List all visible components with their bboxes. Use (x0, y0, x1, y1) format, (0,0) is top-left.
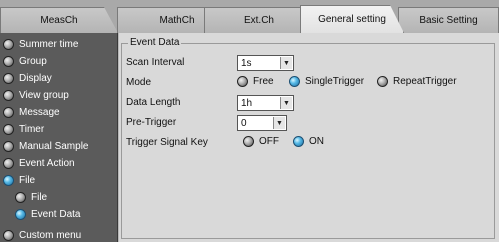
sidebar-item-timer[interactable]: Timer (0, 121, 118, 137)
scan-interval-select[interactable]: 1s ▼ (237, 55, 294, 71)
mode-option-single-trigger[interactable]: SingleTrigger (289, 76, 364, 87)
radio-icon (3, 106, 14, 118)
sidebar-item-manual-sample[interactable]: Manual Sample (0, 138, 118, 154)
tab-measch[interactable]: MeasCh (0, 7, 118, 33)
radio-icon (15, 191, 26, 203)
radio-icon (3, 55, 14, 67)
data-length-label: Data Length (126, 97, 181, 108)
chevron-down-icon: ▼ (273, 117, 285, 129)
sidebar-item-label: Timer (19, 123, 45, 135)
sidebar-item-custom-menu[interactable]: Custom menu (0, 227, 118, 242)
radio-selected-icon (3, 174, 14, 186)
radio-icon (3, 123, 14, 135)
mode-label: Mode (126, 77, 152, 88)
mode-option-label: Free (253, 76, 274, 87)
pre-trigger-select[interactable]: 0 ▼ (237, 115, 287, 131)
scan-interval-label: Scan Interval (126, 57, 185, 68)
radio-selected-icon (293, 136, 304, 147)
settings-panel: Event Data Scan Interval 1s ▼ Mode Free … (119, 33, 499, 242)
radio-icon (3, 140, 14, 152)
trigger-key-option-on[interactable]: ON (293, 136, 324, 147)
sidebar-item-display[interactable]: Display (0, 70, 118, 86)
trigger-key-option-off[interactable]: OFF (243, 136, 279, 147)
sidebar-item-label: Custom menu (19, 229, 82, 241)
sidebar: Summer time Group Display View group Mes… (0, 33, 118, 242)
trigger-key-option-label: ON (309, 136, 324, 147)
radio-icon (3, 157, 14, 169)
tab-extch[interactable]: Ext.Ch (204, 7, 314, 33)
data-length-value: 1h (241, 97, 253, 109)
trigger-signal-key-label: Trigger Signal Key (126, 137, 208, 148)
trigger-key-option-label: OFF (259, 136, 279, 147)
scan-interval-value: 1s (241, 57, 252, 69)
radio-icon (237, 76, 248, 87)
sidebar-item-label: File (19, 174, 36, 186)
radio-icon (243, 136, 254, 147)
group-title: Event Data (128, 37, 182, 48)
radio-icon (3, 89, 14, 101)
sidebar-item-message[interactable]: Message (0, 104, 118, 120)
sidebar-item-file[interactable]: File (0, 172, 118, 188)
radio-icon (377, 76, 388, 87)
pre-trigger-value: 0 (241, 117, 247, 129)
sidebar-item-view-group[interactable]: View group (0, 87, 118, 103)
mode-option-label: SingleTrigger (305, 76, 365, 87)
sidebar-item-label: Display (19, 72, 52, 84)
chevron-down-icon: ▼ (280, 97, 292, 109)
sidebar-item-label: Event Data (31, 208, 81, 220)
sidebar-subitem-event-data[interactable]: Event Data (0, 206, 118, 222)
radio-icon (3, 229, 14, 241)
radio-selected-icon (289, 76, 300, 87)
mode-option-repeat-trigger[interactable]: RepeatTrigger (377, 76, 457, 87)
sidebar-item-event-action[interactable]: Event Action (0, 155, 118, 171)
sidebar-item-label: Event Action (19, 157, 75, 169)
mode-option-label: RepeatTrigger (393, 76, 457, 87)
event-data-group: Event Data Scan Interval 1s ▼ Mode Free … (121, 37, 495, 239)
sidebar-item-summer-time[interactable]: Summer time (0, 36, 118, 52)
sidebar-item-label: Group (19, 55, 47, 67)
mode-option-free[interactable]: Free (237, 76, 274, 87)
tab-basic-setting[interactable]: Basic Setting (398, 7, 499, 33)
tab-general-setting[interactable]: General setting (300, 5, 404, 33)
sidebar-subitem-file[interactable]: File (0, 189, 118, 205)
radio-icon (3, 72, 14, 84)
pre-trigger-label: Pre-Trigger (126, 117, 177, 128)
sidebar-item-label: View group (19, 89, 69, 101)
sidebar-item-label: Message (19, 106, 60, 118)
radio-icon (3, 38, 14, 50)
data-length-select[interactable]: 1h ▼ (237, 95, 294, 111)
sidebar-item-label: Summer time (19, 38, 79, 50)
sidebar-item-label: Manual Sample (19, 140, 89, 152)
chevron-down-icon: ▼ (280, 57, 292, 69)
tab-bar: MeasCh MathCh Ext.Ch General setting Bas… (0, 0, 499, 33)
sidebar-item-group[interactable]: Group (0, 53, 118, 69)
radio-selected-icon (15, 208, 26, 220)
sidebar-item-label: File (31, 191, 48, 203)
